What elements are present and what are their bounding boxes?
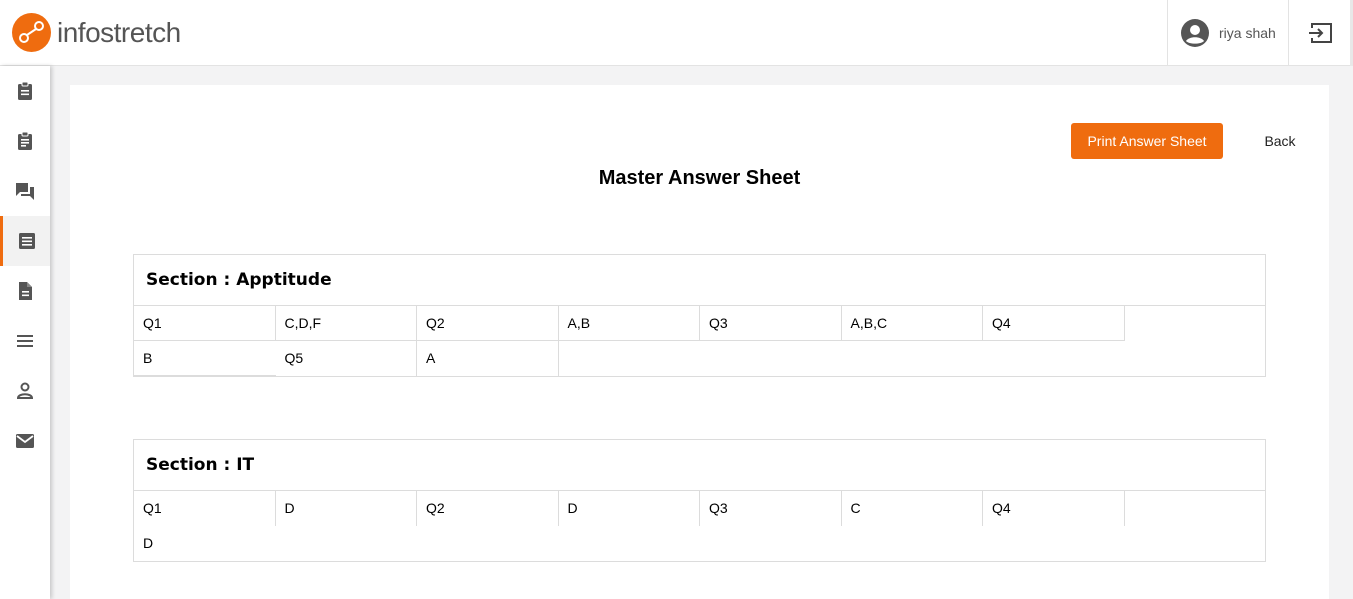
answer-value: C,D,F <box>275 306 417 341</box>
logout-icon <box>1309 23 1332 43</box>
top-header: infostretch riya shah <box>0 0 1353 66</box>
sidebar-item-documents[interactable] <box>0 266 50 316</box>
answer-value: C <box>842 491 983 526</box>
answer-value: D <box>559 491 700 526</box>
question-label: Q4 <box>983 306 1125 341</box>
infostretch-logo-icon <box>12 13 51 52</box>
page-title: Master Answer Sheet <box>598 167 801 189</box>
question-label: Q2 <box>417 491 559 526</box>
answer-grid: Q1 C,D,F Q2 A,B Q3 A,B,C Q4 B Q5 A <box>134 306 1265 376</box>
question-label: Q2 <box>417 306 559 341</box>
section-title: Section : IT <box>134 440 1265 491</box>
brand-logo[interactable]: infostretch <box>12 13 181 52</box>
question-label: Q1 <box>134 306 276 341</box>
brand-name: infostretch <box>57 16 181 48</box>
logout-button[interactable] <box>1288 0 1353 66</box>
answer-sheet-icon <box>18 233 35 249</box>
question-label: Q3 <box>700 306 842 341</box>
sidebar-item-assignments[interactable] <box>0 116 50 166</box>
menu-icon <box>17 335 33 347</box>
sidebar-nav <box>0 66 50 599</box>
answer-value: B <box>134 341 276 376</box>
mail-icon <box>16 434 34 448</box>
sidebar-item-mail[interactable] <box>0 416 50 466</box>
answer-value: A,B <box>558 306 700 341</box>
user-name: riya shah <box>1219 25 1276 41</box>
answer-value: D <box>143 535 154 551</box>
answer-sheet-card: Print Answer Sheet Back Master Answer Sh… <box>70 85 1329 599</box>
user-menu[interactable]: riya shah <box>1167 0 1288 66</box>
answer-value: A,B,C <box>841 306 983 341</box>
document-icon <box>19 282 32 300</box>
section-apptitude: Section : Apptitude Q1 C,D,F Q2 A,B Q3 A… <box>133 254 1266 377</box>
clipboard-list-icon <box>18 131 32 150</box>
sidebar-item-profile[interactable] <box>0 366 50 416</box>
answer-value: A <box>417 341 559 376</box>
section-it: Section : IT Q1 D Q2 D Q3 C Q4 D <box>133 439 1266 562</box>
question-label: Q1 <box>134 491 276 526</box>
question-label: Q4 <box>983 491 1125 526</box>
print-answer-sheet-button[interactable]: Print Answer Sheet <box>1071 123 1223 159</box>
account-circle-icon <box>1181 19 1209 47</box>
sidebar-item-tests[interactable] <box>0 66 50 116</box>
sidebar-item-forum[interactable] <box>0 166 50 216</box>
clipboard-icon <box>18 81 32 100</box>
question-label: Q3 <box>700 491 842 526</box>
answer-value: D <box>276 491 417 526</box>
sidebar-item-list[interactable] <box>0 316 50 366</box>
section-title: Section : Apptitude <box>134 255 1265 306</box>
back-button[interactable]: Back <box>1250 123 1310 159</box>
person-icon <box>16 382 34 399</box>
question-label: Q5 <box>276 341 417 376</box>
sidebar-item-answer-sheet[interactable] <box>0 216 50 266</box>
answer-grid: Q1 D Q2 D Q3 C Q4 D <box>134 491 1265 561</box>
forum-icon <box>16 183 34 200</box>
